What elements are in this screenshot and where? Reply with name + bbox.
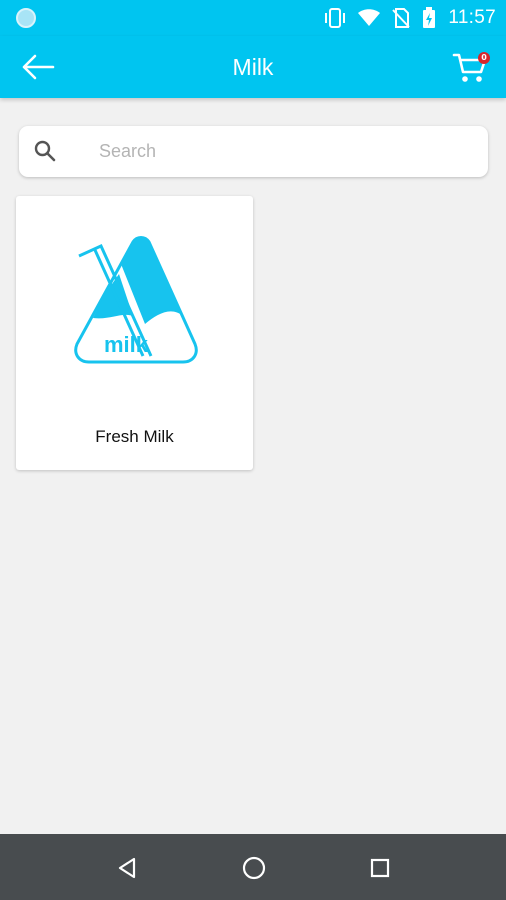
cart-button[interactable]: 0 bbox=[452, 49, 492, 85]
battery-charging-icon bbox=[422, 7, 436, 29]
notification-dot-icon bbox=[16, 8, 36, 28]
page-title: Milk bbox=[232, 54, 274, 80]
search-box[interactable] bbox=[19, 126, 488, 177]
status-time: 11:57 bbox=[448, 7, 496, 28]
no-sim-icon bbox=[392, 8, 411, 28]
app-screen: 11:57 Milk 0 Search milk Fresh Milk bbox=[0, 0, 506, 900]
nav-back-button[interactable] bbox=[112, 853, 142, 883]
system-nav-bar bbox=[0, 834, 506, 900]
home-circle-icon bbox=[242, 856, 266, 880]
cart-count-badge: 0 bbox=[478, 52, 490, 64]
search-input[interactable] bbox=[79, 126, 479, 177]
product-name: Fresh Milk bbox=[95, 427, 174, 446]
app-bar: Milk 0 bbox=[0, 36, 506, 98]
status-bar: 11:57 bbox=[0, 0, 506, 36]
back-triangle-icon bbox=[118, 857, 136, 879]
search-icon bbox=[34, 140, 56, 162]
wifi-icon bbox=[358, 9, 381, 27]
nav-home-button[interactable] bbox=[239, 853, 269, 883]
product-card[interactable]: milk Fresh Milk bbox=[16, 196, 253, 470]
vibrate-icon bbox=[324, 8, 346, 28]
milk-carton-logo: milk bbox=[74, 236, 198, 364]
nav-recents-button[interactable] bbox=[365, 853, 395, 883]
recents-square-icon bbox=[370, 858, 390, 878]
logo-text: milk bbox=[104, 332, 149, 357]
status-icons: 11:57 bbox=[324, 6, 496, 30]
